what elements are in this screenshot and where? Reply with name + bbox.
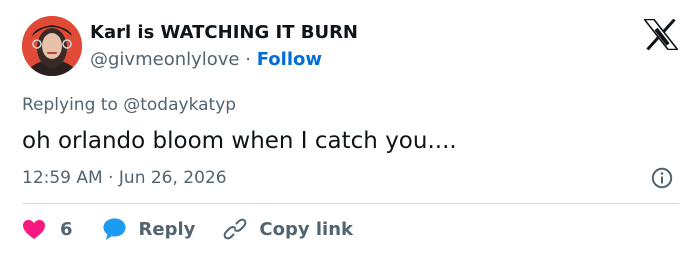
like-count: 6	[60, 218, 73, 240]
copy-link-button[interactable]: Copy link	[223, 217, 353, 241]
handle-row: @givmeonlylove · Follow	[90, 48, 322, 72]
x-logo-icon[interactable]	[642, 18, 680, 51]
info-icon[interactable]	[651, 167, 673, 189]
avatar[interactable]	[22, 16, 82, 76]
tweet-timestamp[interactable]: 12:59 AM · Jun 26, 2026	[22, 167, 227, 189]
like-button[interactable]: 6	[22, 219, 73, 240]
display-name[interactable]: Karl is WATCHING IT BURN	[90, 21, 358, 45]
heart-icon	[23, 219, 45, 239]
follow-button[interactable]: Follow	[257, 49, 322, 70]
divider	[22, 203, 679, 204]
reply-label: Reply	[138, 218, 196, 240]
reply-button[interactable]: Reply	[102, 217, 196, 241]
tweet-text: oh orlando bloom when I catch you....	[22, 128, 457, 154]
tweet-embed-card: Karl is WATCHING IT BURN @givmeonlylove …	[0, 0, 700, 256]
separator-dot: ·	[245, 49, 251, 70]
replying-to-text[interactable]: Replying to @todaykatyp	[22, 94, 236, 116]
link-icon	[223, 218, 247, 240]
copy-link-label: Copy link	[259, 218, 353, 240]
action-bar: 6 Reply Copy link	[22, 216, 353, 242]
user-handle[interactable]: @givmeonlylove	[90, 49, 240, 70]
avatar-photo	[22, 16, 82, 76]
speech-bubble-icon	[103, 218, 126, 240]
